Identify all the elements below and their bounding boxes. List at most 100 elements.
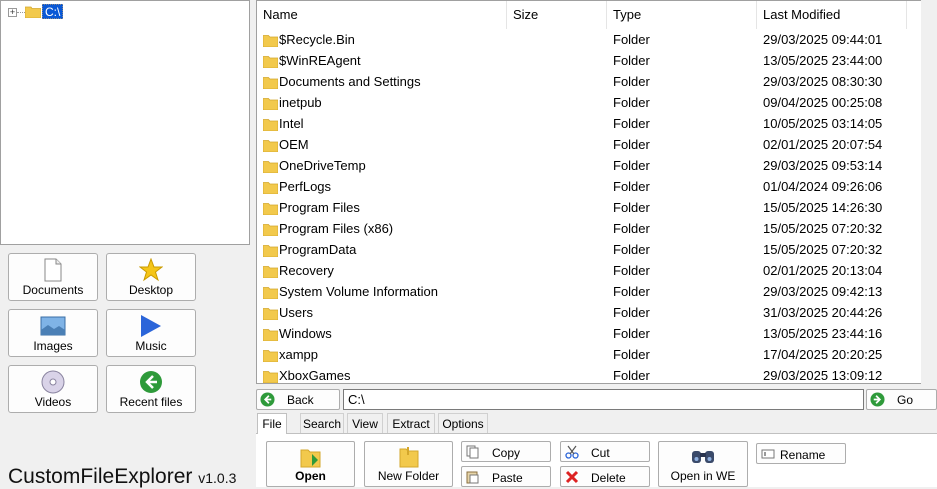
app-title: CustomFileExplorer v1.0.3 bbox=[8, 466, 236, 489]
documents-button[interactable]: Documents bbox=[8, 253, 98, 301]
documents-label: Documents bbox=[22, 283, 84, 297]
file-modified: 31/03/2025 20:44:26 bbox=[763, 305, 883, 320]
column-modified[interactable]: Last Modified bbox=[757, 1, 907, 29]
file-name: OEM bbox=[279, 137, 309, 152]
new-folder-button[interactable]: New Folder bbox=[364, 441, 453, 487]
table-row[interactable]: Recovery Folder 02/01/2025 20:13:04 bbox=[257, 260, 921, 281]
file-name: $WinREAgent bbox=[279, 53, 361, 68]
table-row[interactable]: OneDriveTemp Folder 29/03/2025 09:53:14 bbox=[257, 155, 921, 176]
file-name: Program Files bbox=[279, 200, 360, 215]
open-button[interactable]: Open bbox=[266, 441, 355, 487]
column-type[interactable]: Type bbox=[607, 1, 757, 29]
tree-connector bbox=[17, 12, 25, 13]
videos-button[interactable]: Videos bbox=[8, 365, 98, 413]
expand-icon[interactable]: + bbox=[8, 8, 17, 17]
music-button[interactable]: Music bbox=[106, 309, 196, 357]
file-type: Folder bbox=[613, 326, 650, 341]
file-name: Intel bbox=[279, 116, 304, 131]
tree-root-node[interactable]: C:\ bbox=[42, 4, 64, 19]
table-row[interactable]: OEM Folder 02/01/2025 20:07:54 bbox=[257, 134, 921, 155]
file-type: Folder bbox=[613, 116, 650, 131]
music-label: Music bbox=[135, 339, 167, 353]
file-modified: 29/03/2025 09:53:14 bbox=[763, 158, 883, 173]
cut-button[interactable]: Cut bbox=[560, 441, 650, 462]
app-name: CustomFileExplorer bbox=[8, 465, 193, 488]
cut-label: Cut bbox=[591, 446, 610, 460]
app-version: v1.0.3 bbox=[198, 470, 237, 486]
go-button[interactable]: Go bbox=[866, 389, 937, 410]
file-modified: 15/05/2025 07:20:32 bbox=[763, 221, 883, 236]
file-name: Program Files (x86) bbox=[279, 221, 394, 236]
file-type: Folder bbox=[613, 305, 650, 320]
table-row[interactable]: XboxGames Folder 29/03/2025 13:09:12 bbox=[257, 365, 921, 383]
recent-files-button[interactable]: Recent files bbox=[106, 365, 196, 413]
folder-tree[interactable]: + C:\ bbox=[0, 0, 250, 245]
desktop-label: Desktop bbox=[128, 283, 174, 297]
file-name: PerfLogs bbox=[279, 179, 332, 194]
vertical-scrollbar[interactable] bbox=[921, 0, 937, 384]
file-name: ProgramData bbox=[279, 242, 357, 257]
rename-label: Rename bbox=[780, 448, 826, 462]
table-row[interactable]: xampp Folder 17/04/2025 20:20:25 bbox=[257, 344, 921, 365]
back-button[interactable]: Back bbox=[256, 389, 340, 410]
back-label: Back bbox=[287, 393, 314, 407]
open-folder-icon bbox=[267, 445, 354, 469]
file-modified: 15/05/2025 07:20:32 bbox=[763, 242, 883, 257]
tab-options[interactable]: Options bbox=[438, 413, 488, 433]
copy-button[interactable]: Copy bbox=[461, 441, 551, 462]
table-row[interactable]: Program Files (x86) Folder 15/05/2025 07:2… bbox=[257, 218, 921, 239]
back-arrow-icon bbox=[107, 370, 195, 394]
tab-view[interactable]: View bbox=[347, 413, 383, 433]
folder-icon bbox=[262, 137, 279, 153]
table-row[interactable]: inetpub Folder 09/04/2025 00:25:08 bbox=[257, 92, 921, 113]
file-type: Folder bbox=[613, 53, 650, 68]
table-row[interactable]: Intel Folder 10/05/2025 03:14:05 bbox=[257, 113, 921, 134]
tab-search[interactable]: Search bbox=[300, 413, 344, 433]
file-modified: 29/03/2025 08:30:30 bbox=[763, 74, 883, 89]
binoculars-icon bbox=[659, 445, 747, 469]
paste-button[interactable]: Paste bbox=[461, 466, 551, 487]
table-row[interactable]: $WinREAgent Folder 13/05/2025 23:44:00 bbox=[257, 50, 921, 71]
table-row[interactable]: $Recycle.Bin Folder 29/03/2025 09:44:01 bbox=[257, 29, 921, 50]
file-name: Users bbox=[279, 305, 313, 320]
tab-file[interactable]: File bbox=[257, 413, 287, 434]
file-list[interactable]: Name Size Type Last Modified $Recycle.Bi… bbox=[256, 0, 922, 384]
rename-button[interactable]: Rename bbox=[756, 443, 846, 464]
address-input[interactable]: C:\ bbox=[343, 389, 864, 410]
file-type: Folder bbox=[613, 347, 650, 362]
table-row[interactable]: Program Files Folder 15/05/2025 14:26:30 bbox=[257, 197, 921, 218]
table-row[interactable]: ProgramData Folder 15/05/2025 07:20:32 bbox=[257, 239, 921, 260]
table-row[interactable]: Windows Folder 13/05/2025 23:44:16 bbox=[257, 323, 921, 344]
table-row[interactable]: Documents and Settings Folder 29/03/2025 0… bbox=[257, 71, 921, 92]
image-icon bbox=[9, 314, 97, 338]
file-modified: 29/03/2025 09:44:01 bbox=[763, 32, 883, 47]
open-in-we-button[interactable]: Open in WE bbox=[658, 441, 748, 487]
file-type: Folder bbox=[613, 158, 650, 173]
images-button[interactable]: Images bbox=[8, 309, 98, 357]
file-type: Folder bbox=[613, 242, 650, 257]
file-name: Recovery bbox=[279, 263, 334, 278]
table-row[interactable]: Users Folder 31/03/2025 20:44:26 bbox=[257, 302, 921, 323]
file-type: Folder bbox=[613, 368, 650, 383]
column-size[interactable]: Size bbox=[507, 1, 607, 29]
paste-label: Paste bbox=[492, 471, 523, 485]
file-modified: 15/05/2025 14:26:30 bbox=[763, 200, 883, 215]
folder-icon bbox=[262, 347, 279, 363]
folder-icon bbox=[262, 200, 279, 216]
table-row[interactable]: PerfLogs Folder 01/04/2024 09:26:06 bbox=[257, 176, 921, 197]
copy-icon bbox=[466, 445, 479, 459]
delete-button[interactable]: Delete bbox=[560, 466, 650, 487]
list-header: Name Size Type Last Modified bbox=[257, 1, 921, 29]
folder-icon bbox=[262, 116, 279, 132]
disc-icon bbox=[9, 370, 97, 394]
scissors-icon bbox=[565, 445, 579, 459]
desktop-button[interactable]: Desktop bbox=[106, 253, 196, 301]
column-name[interactable]: Name bbox=[257, 1, 507, 29]
file-modified: 02/01/2025 20:13:04 bbox=[763, 263, 883, 278]
file-name: Documents and Settings bbox=[279, 74, 421, 89]
file-name: System Volume Information bbox=[279, 284, 438, 299]
folder-icon bbox=[262, 284, 279, 300]
tab-extract[interactable]: Extract bbox=[387, 413, 435, 433]
folder-icon bbox=[25, 6, 41, 18]
table-row[interactable]: System Volume Information Folder 29/03/202… bbox=[257, 281, 921, 302]
